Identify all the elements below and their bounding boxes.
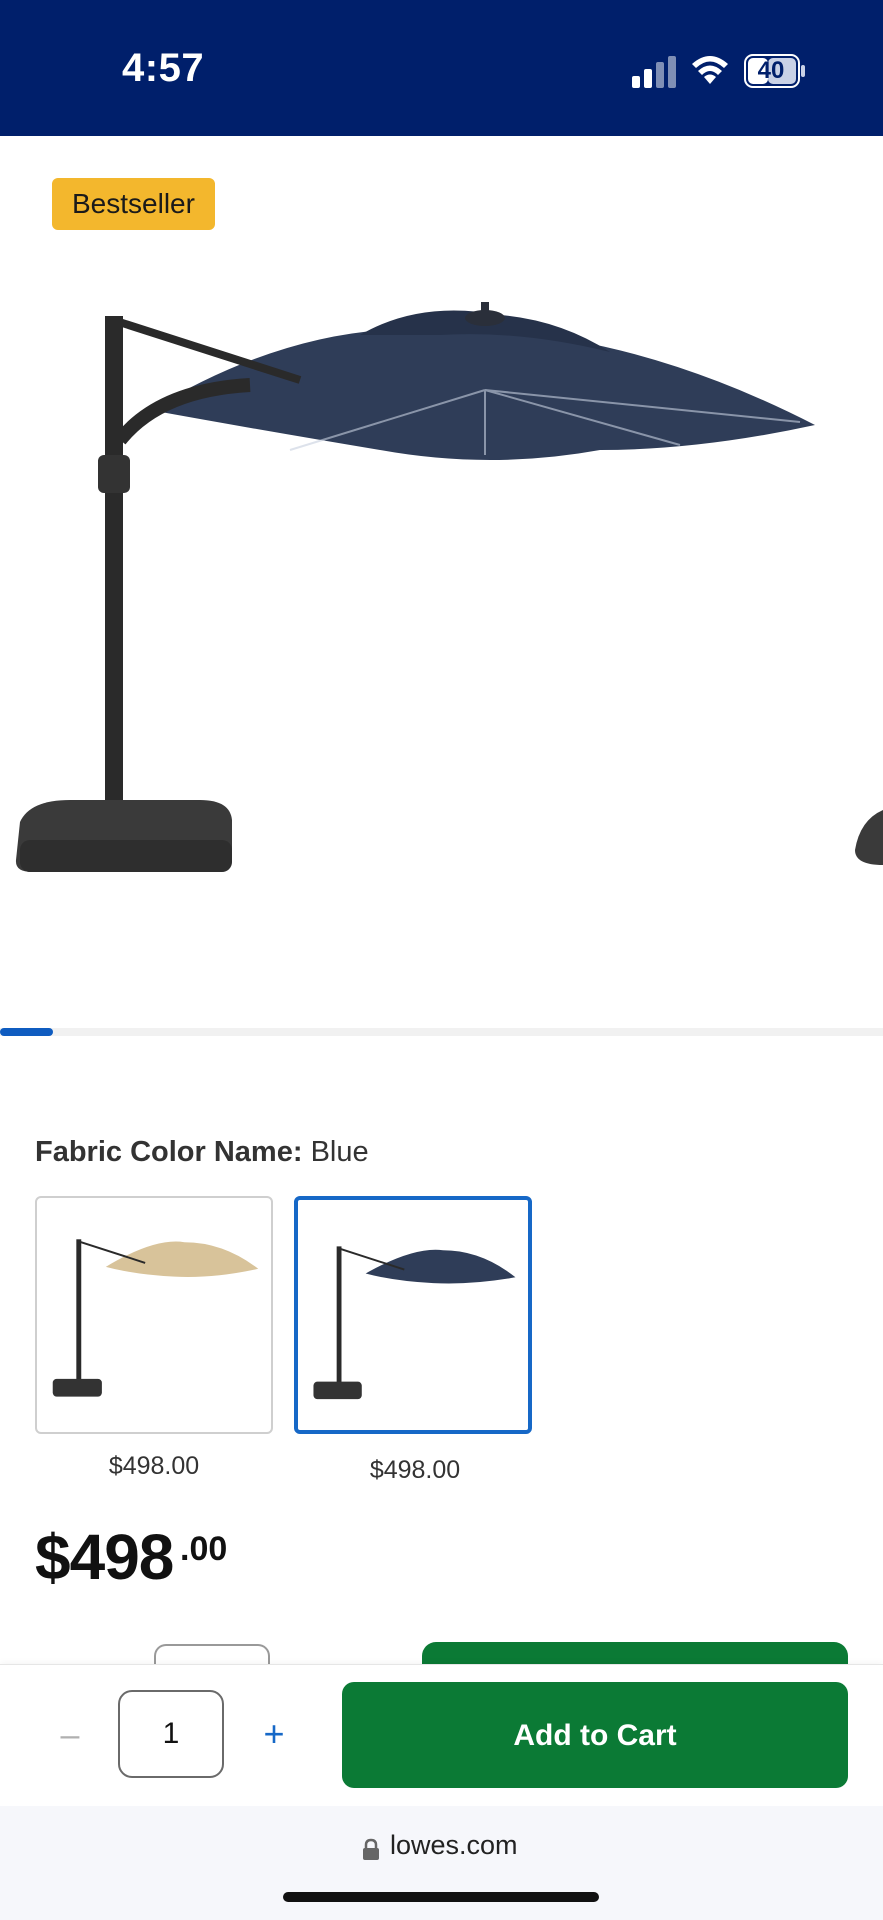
blue-umbrella-thumbnail	[313, 1246, 516, 1400]
swatch-tan-price: $498.00	[108, 1452, 200, 1480]
fabric-color-label: Fabric Color Name: Blue	[35, 1136, 369, 1169]
bestseller-badge: Bestseller	[52, 178, 215, 230]
carousel-progress-indicator	[0, 1028, 53, 1036]
status-bar: 4:57 40	[0, 0, 883, 136]
add-to-cart-button[interactable]: Add to Cart	[342, 1682, 848, 1788]
swatch-blue[interactable]	[294, 1196, 532, 1434]
swatch-blue-price: $498.00	[369, 1456, 461, 1484]
battery-level: 40	[757, 57, 785, 84]
status-time: 4:57	[122, 46, 205, 90]
quantity-decrease-button[interactable]: –	[50, 1708, 90, 1762]
home-indicator	[283, 1892, 599, 1902]
product-price-cents: .00	[180, 1530, 228, 1568]
url-text[interactable]: lowes.com	[390, 1830, 518, 1861]
wifi-icon	[692, 56, 728, 84]
quantity-input[interactable]: 1	[118, 1690, 224, 1778]
product-price: $498	[35, 1521, 174, 1593]
swatch-tan[interactable]	[35, 1196, 273, 1434]
browser-address-bar[interactable]	[0, 1806, 883, 1920]
tan-umbrella-thumbnail	[52, 1239, 259, 1397]
fabric-color-value: Blue	[310, 1136, 369, 1168]
signal-icon	[632, 56, 676, 88]
carousel-progress-track	[0, 1028, 883, 1036]
lock-icon	[363, 1838, 379, 1860]
fabric-color-heading: Fabric Color Name:	[35, 1136, 303, 1168]
quantity-increase-button[interactable]: +	[254, 1706, 294, 1762]
patio-umbrella-image[interactable]	[0, 240, 883, 900]
